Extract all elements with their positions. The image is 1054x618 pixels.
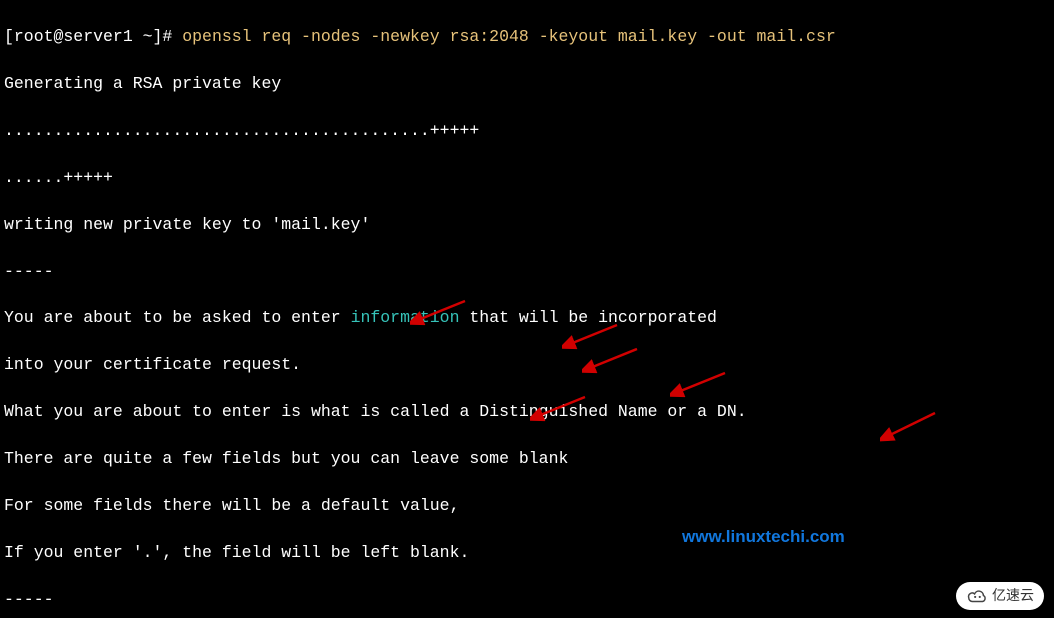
line-output: ......+++++ [4, 166, 1050, 189]
cloud-icon [966, 588, 988, 604]
line-output: There are quite a few fields but you can… [4, 447, 1050, 470]
line-output: If you enter '.', the field will be left… [4, 541, 1050, 564]
line-prompt-command: [root@server1 ~]# openssl req -nodes -ne… [4, 25, 1050, 48]
line-output: writing new private key to 'mail.key' [4, 213, 1050, 236]
line-output: Generating a RSA private key [4, 72, 1050, 95]
line-output: ........................................… [4, 119, 1050, 142]
provider-badge: 亿速云 [956, 582, 1044, 610]
line-output: For some fields there will be a default … [4, 494, 1050, 517]
keyword-information: information [351, 308, 460, 327]
line-output: You are about to be asked to enter infor… [4, 306, 1050, 329]
provider-text: 亿速云 [992, 586, 1034, 606]
openssl-command: openssl req -nodes -newkey rsa:2048 -key… [182, 27, 836, 46]
watermark: www.linuxtechi.com [682, 525, 845, 549]
line-output: ----- [4, 260, 1050, 283]
line-output: What you are about to enter is what is c… [4, 400, 1050, 423]
prompt: [root@server1 ~]# [4, 27, 172, 46]
line-output: ----- [4, 588, 1050, 611]
line-output: into your certificate request. [4, 353, 1050, 376]
terminal-window[interactable]: [root@server1 ~]# openssl req -nodes -ne… [0, 0, 1054, 618]
